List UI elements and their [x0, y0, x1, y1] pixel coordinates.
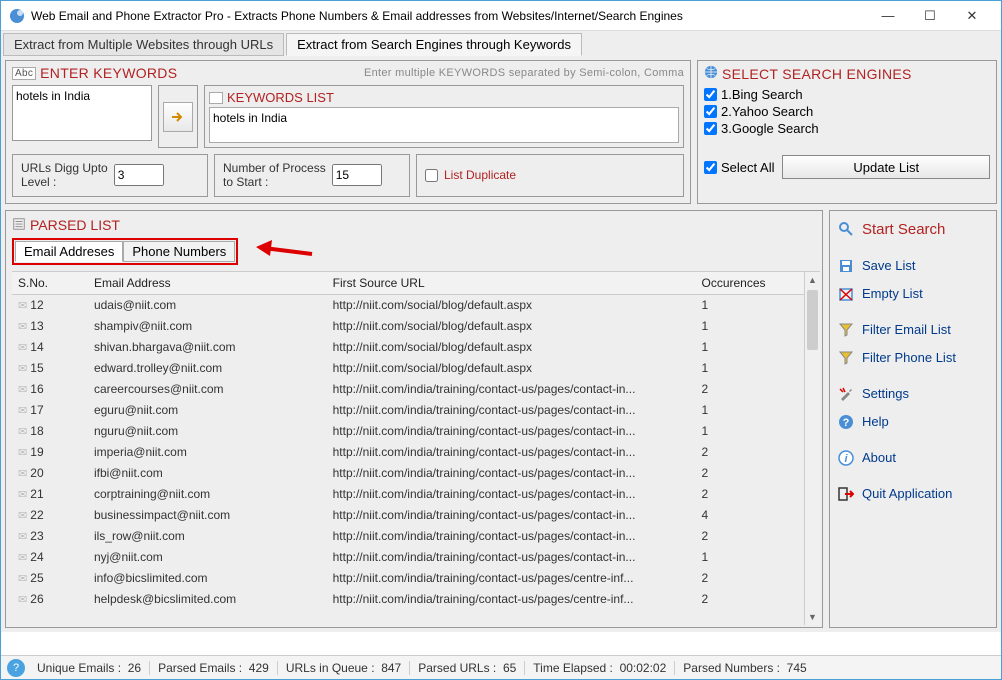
col-url[interactable]: First Source URL [327, 272, 696, 295]
start-search-button[interactable]: Start Search [834, 215, 992, 244]
table-scrollbar[interactable]: ▲ ▼ [804, 272, 820, 625]
scroll-up-icon[interactable]: ▲ [805, 272, 820, 288]
save-list-button[interactable]: Save List [834, 252, 992, 280]
search-icon [838, 221, 854, 237]
list-duplicate-checkbox[interactable] [425, 169, 438, 182]
quit-button[interactable]: Quit Application [834, 480, 992, 508]
statusbar: ? Unique Emails : 26 Parsed Emails : 429… [1, 655, 1001, 679]
about-button[interactable]: i About [834, 444, 992, 472]
settings-button[interactable]: Settings [834, 380, 992, 408]
empty-list-button[interactable]: Empty List [834, 280, 992, 308]
app-icon [9, 8, 25, 24]
funnel-icon [838, 350, 854, 366]
table-row[interactable]: 26helpdesk@bicslimited.comhttp://niit.co… [12, 588, 804, 609]
table-row[interactable]: 25info@bicslimited.comhttp://niit.com/in… [12, 567, 804, 588]
action-sidebar: Start Search Save List Empty List Filter… [829, 210, 997, 628]
list-icon [209, 92, 223, 104]
add-keyword-button[interactable] [163, 102, 193, 132]
parsed-list-title: PARSED LIST [30, 217, 120, 233]
engine-google-checkbox[interactable] [704, 122, 717, 135]
status-elapsed: Time Elapsed : 00:02:02 [525, 661, 675, 675]
filter-email-button[interactable]: Filter Email List [834, 316, 992, 344]
filter-phone-button[interactable]: Filter Phone List [834, 344, 992, 372]
table-row[interactable]: 22businessimpact@niit.comhttp://niit.com… [12, 504, 804, 525]
save-icon [838, 258, 854, 274]
status-unique-emails: Unique Emails : 26 [29, 661, 150, 675]
engine-yahoo-checkbox[interactable] [704, 105, 717, 118]
status-parsed-numbers: Parsed Numbers : 745 [675, 661, 814, 675]
help-button[interactable]: ? Help [834, 408, 992, 436]
help-icon: ? [838, 414, 854, 430]
keywords-panel: Abc ENTER KEYWORDS Enter multiple KEYWOR… [5, 60, 691, 204]
col-email[interactable]: Email Address [88, 272, 327, 295]
col-occurrences[interactable]: Occurences [695, 272, 804, 295]
engine-bing[interactable]: 1.Bing Search [704, 86, 990, 103]
funnel-icon [838, 322, 854, 338]
keyword-list-title: KEYWORDS LIST [227, 90, 334, 105]
table-row[interactable]: 18nguru@niit.comhttp://niit.com/india/tr… [12, 420, 804, 441]
col-sno[interactable]: S.No. [12, 272, 88, 295]
search-engines-title: SELECT SEARCH ENGINES [722, 66, 912, 82]
update-list-button[interactable]: Update List [782, 155, 990, 179]
select-all-checkbox[interactable] [704, 161, 717, 174]
settings-icon [838, 386, 854, 402]
keywords-hint: Enter multiple KEYWORDS separated by Sem… [364, 67, 684, 79]
exit-icon [838, 486, 854, 502]
list-duplicate-label: List Duplicate [444, 168, 516, 182]
empty-icon [838, 286, 854, 302]
table-row[interactable]: 14shivan.bhargava@niit.comhttp://niit.co… [12, 336, 804, 357]
table-row[interactable]: 24nyj@niit.comhttp://niit.com/india/trai… [12, 546, 804, 567]
table-row[interactable]: 21corptraining@niit.comhttp://niit.com/i… [12, 483, 804, 504]
status-parsed-urls: Parsed URLs : 65 [410, 661, 525, 675]
titlebar: Web Email and Phone Extractor Pro - Extr… [1, 1, 1001, 31]
digg-level-label: URLs Digg Upto Level : [21, 161, 108, 190]
keywords-input[interactable]: hotels in India [12, 85, 152, 141]
status-urls-queue: URLs in Queue : 847 [278, 661, 410, 675]
keyword-list[interactable]: hotels in India [209, 107, 679, 143]
minimize-button[interactable]: — [867, 2, 909, 30]
engine-bing-checkbox[interactable] [704, 88, 717, 101]
parsed-sub-tabs: Email Addreses Phone Numbers [12, 238, 238, 265]
svg-text:?: ? [843, 417, 850, 429]
table-row[interactable]: 17eguru@niit.comhttp://niit.com/india/tr… [12, 399, 804, 420]
digg-level-input[interactable] [114, 164, 164, 186]
main-tabs: Extract from Multiple Websites through U… [1, 31, 1001, 56]
table-row[interactable]: 15edward.trolley@niit.comhttp://niit.com… [12, 357, 804, 378]
process-count-input[interactable] [332, 164, 382, 186]
table-row[interactable]: 12udais@niit.comhttp://niit.com/social/b… [12, 294, 804, 315]
status-parsed-emails: Parsed Emails : 429 [150, 661, 278, 675]
engine-google[interactable]: 3.Google Search [704, 120, 990, 137]
close-button[interactable]: ✕ [951, 2, 993, 30]
maximize-button[interactable]: ☐ [909, 2, 951, 30]
process-count-label: Number of Process to Start : [223, 161, 326, 190]
table-row[interactable]: 23ils_row@niit.comhttp://niit.com/india/… [12, 525, 804, 546]
select-all-engines[interactable]: Select All [704, 160, 774, 175]
scroll-thumb[interactable] [807, 290, 818, 350]
table-row[interactable]: 16careercourses@niit.comhttp://niit.com/… [12, 378, 804, 399]
tab-extract-urls[interactable]: Extract from Multiple Websites through U… [3, 33, 284, 56]
engine-yahoo[interactable]: 2.Yahoo Search [704, 103, 990, 120]
tab-extract-keywords[interactable]: Extract from Search Engines through Keyw… [286, 33, 582, 56]
tab-email-addresses[interactable]: Email Addreses [15, 241, 123, 262]
parsed-list-panel: PARSED LIST Email Addreses Phone Numbers [5, 210, 823, 628]
status-help-icon[interactable]: ? [7, 659, 25, 677]
parsed-icon [12, 217, 26, 234]
window-title: Web Email and Phone Extractor Pro - Extr… [31, 9, 867, 23]
abc-icon: Abc [12, 67, 36, 80]
results-table: S.No. Email Address First Source URL Occ… [12, 272, 804, 610]
table-row[interactable]: 20ifbi@niit.comhttp://niit.com/india/tra… [12, 462, 804, 483]
search-engines-panel: SELECT SEARCH ENGINES 1.Bing Search 2.Ya… [697, 60, 997, 204]
info-icon: i [838, 450, 854, 466]
globe-icon [704, 65, 718, 82]
tab-phone-numbers[interactable]: Phone Numbers [123, 241, 235, 262]
scroll-down-icon[interactable]: ▼ [805, 609, 820, 625]
keywords-title: ENTER KEYWORDS [40, 65, 177, 81]
table-row[interactable]: 19imperia@niit.comhttp://niit.com/india/… [12, 441, 804, 462]
table-row[interactable]: 13shampiv@niit.comhttp://niit.com/social… [12, 315, 804, 336]
